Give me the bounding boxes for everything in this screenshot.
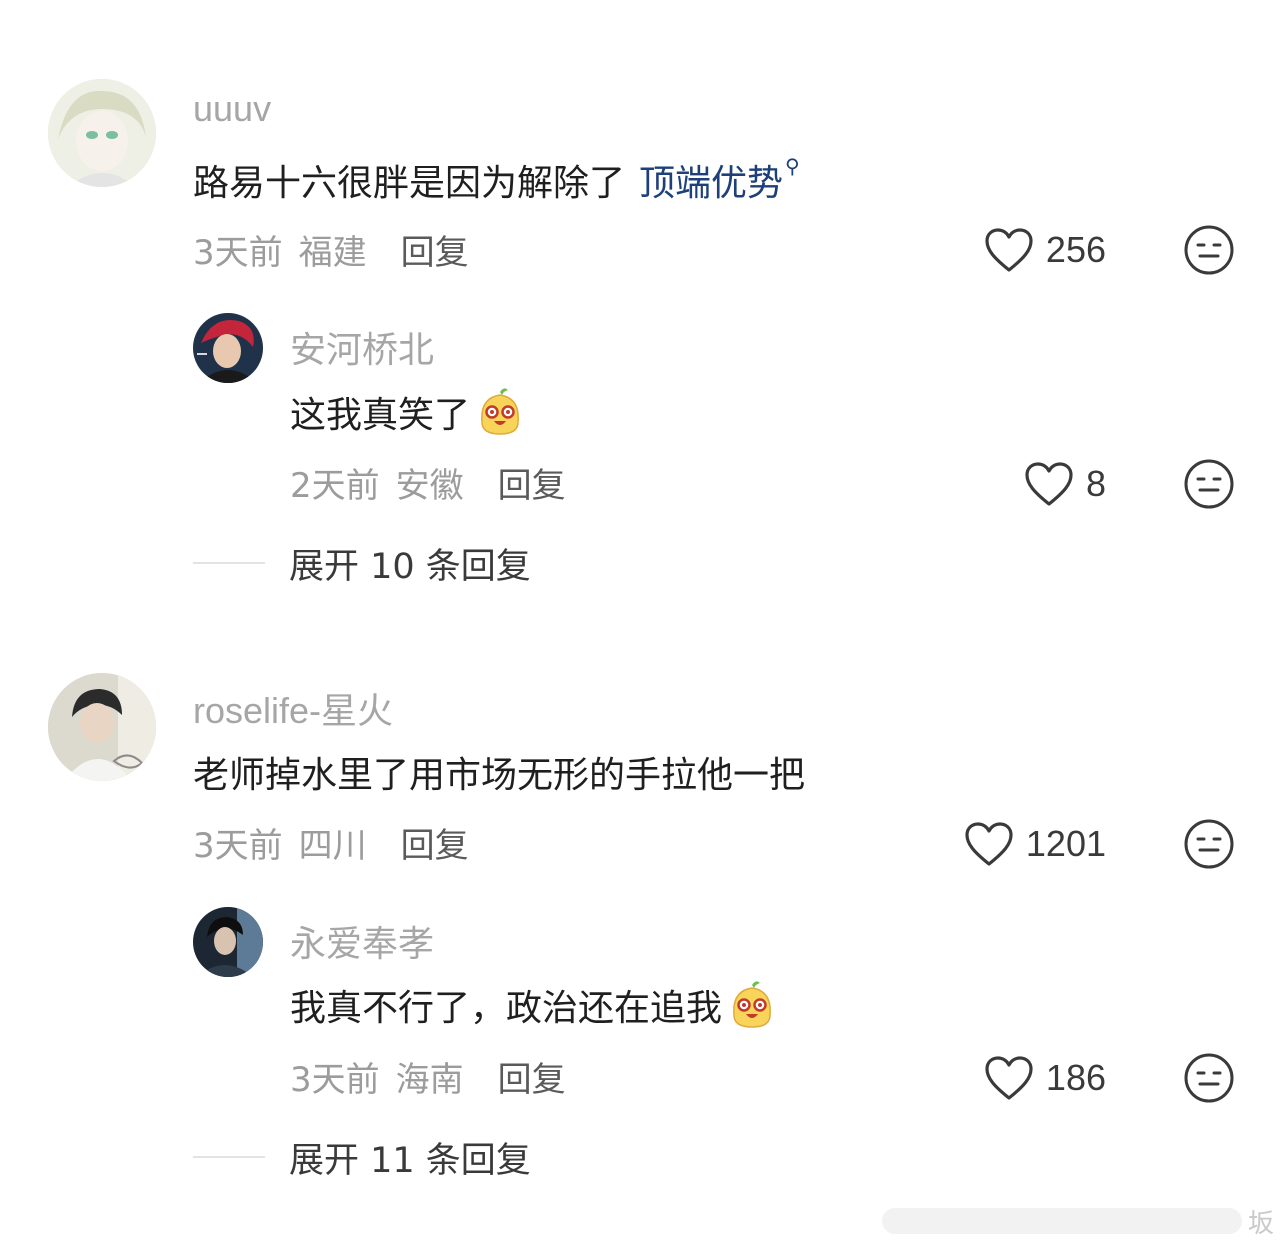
- avatar[interactable]: [48, 673, 156, 781]
- timestamp: 3天前: [290, 1059, 380, 1100]
- timestamp: 3天前: [193, 825, 283, 866]
- dislike-button[interactable]: [1183, 1052, 1235, 1104]
- comment-meta: 3天前 福建 回复: [193, 225, 469, 274]
- reply-avatar[interactable]: [193, 907, 263, 977]
- watermark: 坂: [864, 1204, 1274, 1239]
- reply-button[interactable]: 回复: [498, 458, 566, 507]
- like-button[interactable]: 256: [940, 224, 1106, 276]
- like-count: 186: [1045, 1057, 1106, 1098]
- reply-meta: 3天前 海南 回复: [290, 1052, 566, 1101]
- timestamp: 3天前: [193, 232, 283, 273]
- username[interactable]: roselife-星火: [193, 682, 393, 734]
- like-count: 256: [1045, 229, 1106, 270]
- watermark-bar: [881, 1208, 1242, 1234]
- like-button[interactable]: 186: [940, 1052, 1106, 1104]
- location: 海南: [395, 1059, 464, 1100]
- comment-body: 路易十六很胖是因为解除了: [193, 163, 626, 204]
- divider: [193, 562, 265, 564]
- expand-replies-button[interactable]: 展开 10 条回复: [193, 540, 531, 587]
- location: 四川: [298, 825, 367, 866]
- reply-text: 我真不行了，政治还在追我: [290, 977, 778, 1033]
- reply-button[interactable]: 回复: [401, 225, 469, 274]
- neutral-face-icon: [1184, 225, 1234, 275]
- search-link[interactable]: 顶端优势: [639, 154, 783, 206]
- laughing-bun-emoji: [474, 386, 526, 438]
- reply-avatar[interactable]: [193, 313, 263, 383]
- neutral-face-icon: [1184, 459, 1234, 509]
- search-icon[interactable]: ⚲: [785, 154, 800, 178]
- dislike-button[interactable]: [1183, 818, 1235, 870]
- reply-text: 这我真笑了: [290, 384, 526, 440]
- dislike-button[interactable]: [1183, 224, 1235, 276]
- avatar-image: [48, 673, 156, 781]
- like-button[interactable]: 1201: [920, 818, 1106, 870]
- reply-username[interactable]: 永爱奉孝: [290, 915, 434, 967]
- watermark-char: 坂: [1247, 1208, 1274, 1239]
- username[interactable]: uuuv: [193, 88, 271, 130]
- expand-replies-label: 展开 10 条回复: [289, 546, 531, 587]
- heart-icon: [985, 228, 1033, 272]
- divider: [193, 1156, 265, 1158]
- like-count: 1201: [1025, 823, 1106, 864]
- like-count: 8: [1085, 463, 1106, 504]
- comment-text: 老师掉水里了用市场无形的手拉他一把: [193, 748, 805, 796]
- like-button[interactable]: 8: [960, 458, 1106, 510]
- avatar-image: [48, 79, 156, 187]
- heart-icon: [965, 822, 1013, 866]
- reply-body: 这我真笑了: [290, 395, 471, 436]
- reply-body: 我真不行了，政治还在追我: [290, 988, 723, 1029]
- comment-body: 老师掉水里了用市场无形的手拉他一把: [193, 755, 806, 796]
- avatar-image: [193, 907, 263, 977]
- reply-username[interactable]: 安河桥北: [290, 321, 434, 373]
- reply-button[interactable]: 回复: [498, 1052, 566, 1101]
- expand-replies-label: 展开 11 条回复: [289, 1140, 531, 1181]
- expand-replies-button[interactable]: 展开 11 条回复: [193, 1134, 531, 1181]
- comment-meta: 3天前 四川 回复: [193, 818, 469, 867]
- location: 福建: [298, 232, 367, 273]
- avatar[interactable]: [48, 79, 156, 187]
- reply-meta: 2天前 安徽 回复: [290, 458, 566, 507]
- heart-icon: [1025, 462, 1073, 506]
- location: 安徽: [395, 465, 464, 506]
- laughing-bun-emoji: [726, 979, 778, 1031]
- dislike-button[interactable]: [1183, 458, 1235, 510]
- avatar-image: [193, 313, 263, 383]
- comment-text: 路易十六很胖是因为解除了 顶端优势 ⚲: [193, 154, 800, 206]
- neutral-face-icon: [1184, 819, 1234, 869]
- timestamp: 2天前: [290, 465, 380, 506]
- reply-button[interactable]: 回复: [401, 818, 469, 867]
- neutral-face-icon: [1184, 1053, 1234, 1103]
- heart-icon: [985, 1056, 1033, 1100]
